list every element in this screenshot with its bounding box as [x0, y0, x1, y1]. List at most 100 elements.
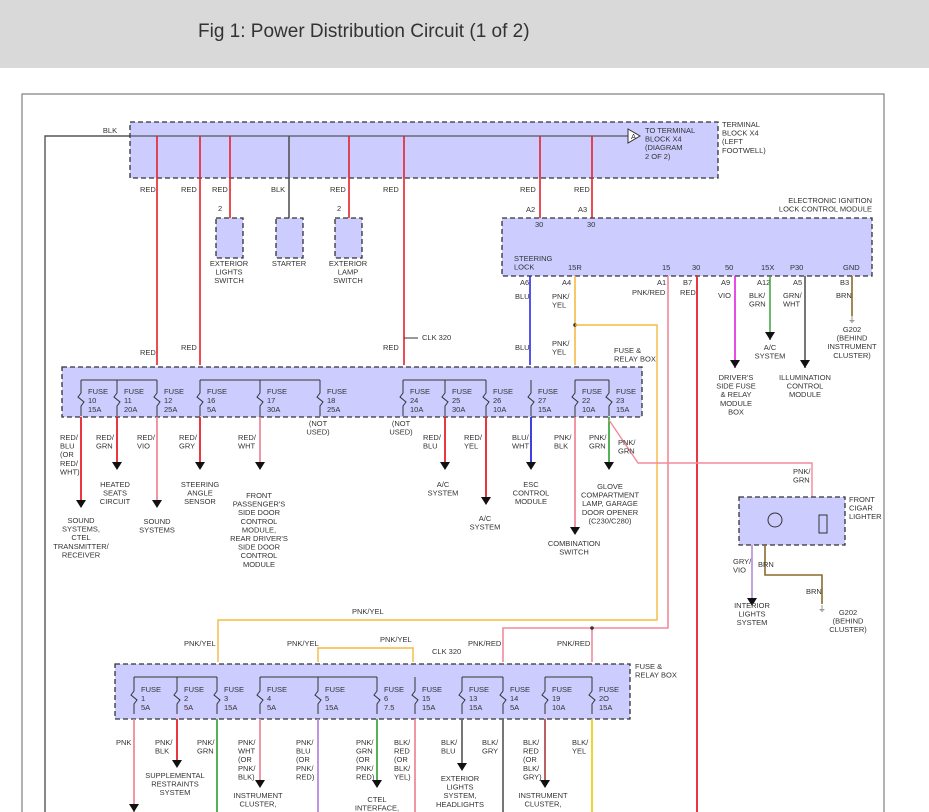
label-tgnd: GND: [843, 263, 860, 272]
fuse-label: FUSE: [124, 387, 144, 396]
label-ac_system1: SYSTEM: [428, 489, 459, 498]
fuse-label: FUSE: [325, 685, 345, 694]
arrow-icon: [765, 332, 775, 340]
fuse-label: FUSE: [327, 387, 347, 396]
label-illumination: MODULE: [789, 390, 821, 399]
fuse-rating: 5A: [267, 703, 276, 712]
label-pin_2b: 2: [337, 204, 341, 213]
fuse-rating: 15A: [88, 405, 101, 414]
exterior-lights-switch: [215, 217, 244, 259]
fuse-number: 1: [141, 694, 145, 703]
label-w_redb7: RED: [680, 288, 696, 297]
fuse-number: 2: [184, 694, 188, 703]
label-ac_system2: SYSTEM: [470, 523, 501, 532]
label-steering_lock: LOCK: [514, 263, 534, 272]
label-w_grnwht: WHT: [783, 300, 800, 309]
wire-pnk-grn: [608, 419, 813, 498]
label-o_brn2: BRN: [806, 587, 822, 596]
fuse-rating: 30A: [452, 405, 465, 414]
label-ac_system_top: SYSTEM: [755, 352, 786, 361]
label-pin_a1: A1: [657, 278, 666, 287]
label-b_blkred: YEL): [394, 772, 411, 781]
fuse-label: FUSE: [384, 685, 404, 694]
label-b_blkyel: YEL: [572, 747, 586, 756]
fuse-rating: 15A: [538, 405, 551, 414]
label-ctel: INTERFACE,: [355, 804, 399, 812]
label-fuse_relay_box1: RELAY BOX: [614, 355, 656, 364]
label-o_pnkblk: BLK: [554, 442, 568, 451]
fuse-label: FUSE: [582, 387, 602, 396]
label-pin_b3: B3: [840, 278, 849, 287]
label-o_pnkgrn2: GRN: [618, 447, 635, 456]
label-w_red6: RED: [520, 185, 536, 194]
exterior-lamp-switch: [334, 217, 363, 259]
label-w_red3: RED: [212, 185, 228, 194]
label-o_pnkgrn3: GRN: [793, 476, 810, 485]
label-srs: SYSTEM: [160, 788, 191, 797]
label-w_red1: RED: [140, 185, 156, 194]
wiring-diagram: BLKATO TERMINALBLOCK X4(DIAGRAM2 OF 2)TE…: [21, 93, 885, 812]
arrow-icon: [172, 760, 182, 768]
label-heated_seats: CIRCUIT: [100, 497, 131, 506]
label-instr1: CLUSTER,: [239, 800, 276, 809]
label-pin_a9: A9: [721, 278, 730, 287]
label-w_red2: RED: [181, 185, 197, 194]
fuse-number: 22: [582, 396, 590, 405]
fuse-rating: 25A: [164, 405, 177, 414]
label-w_red_in1: RED: [140, 348, 156, 357]
front-cigar-lighter: [738, 496, 846, 546]
label-instr2: CLUSTER,: [524, 800, 561, 809]
label-w_pnkyel1: YEL: [552, 301, 566, 310]
fuse-number: 24: [410, 396, 418, 405]
ground-icon: ⏚: [818, 604, 826, 613]
fuse-label: FUSE: [410, 387, 430, 396]
fuse-number: 27: [538, 396, 546, 405]
fuse-number: 26: [493, 396, 501, 405]
label-pnkyel_mid: PNK/YEL: [352, 607, 384, 616]
label-g202_bottom: CLUSTER): [829, 625, 867, 634]
label-pin_2a: 2: [218, 204, 222, 213]
label-pnkyel_b3: PNK/YEL: [380, 635, 412, 644]
arrow-icon: [457, 763, 467, 771]
label-t50: 50: [725, 263, 733, 272]
label-fuse_relay_box2: RELAY BOX: [635, 671, 677, 680]
arrow-icon: [152, 500, 162, 508]
label-pnkyel_b2: PNK/YEL: [287, 639, 319, 648]
fuse-label: FUSE: [141, 685, 161, 694]
fuse-label: FUSE: [469, 685, 489, 694]
fuse-number: 2O: [599, 694, 609, 703]
fuse-label: FUSE: [164, 387, 184, 396]
label-b_pnkblu: RED): [296, 772, 315, 781]
fuse-label: FUSE: [538, 387, 558, 396]
label-w_red5: RED: [383, 185, 399, 194]
fuse-number: 12: [164, 396, 172, 405]
label-ext_lamp_switch: SWITCH: [333, 276, 363, 285]
fuse-rating: 15A: [469, 703, 482, 712]
fuse-number: 14: [510, 694, 518, 703]
label-b_pnkgrn: GRN: [197, 747, 214, 756]
label-pnkyel_b1: PNK/YEL: [184, 639, 216, 648]
label-sound_ctel: RECEIVER: [62, 550, 101, 559]
label-drivers_fuse: BOX: [728, 407, 744, 416]
label-glove: (C230/C280): [589, 516, 632, 525]
label-cigar_lighter: LIGHTER: [849, 512, 882, 521]
ignition-lock-control-module: [501, 217, 873, 277]
label-b_pnkwht: BLK): [238, 772, 255, 781]
fuse-rating: 15A: [616, 405, 629, 414]
fuse-rating: 30A: [267, 405, 280, 414]
fuse-label: FUSE: [88, 387, 108, 396]
arrow-icon: [129, 804, 139, 812]
label-w_blk: BLK: [271, 185, 285, 194]
label-pin_a4: A4: [562, 278, 571, 287]
fuse-rating: 20A: [124, 405, 137, 414]
starter: [275, 217, 304, 259]
label-t30b: 30: [587, 220, 595, 229]
fuse-number: 19: [552, 694, 560, 703]
label-o_redwht: WHT: [238, 442, 255, 451]
fuse-rating: 10A: [410, 405, 423, 414]
fuse-number: 13: [469, 694, 477, 703]
label-t15x: 15X: [761, 263, 774, 272]
arrow-icon: [76, 500, 86, 508]
fuse-rating: 15A: [224, 703, 237, 712]
label-esc_module: MODULE: [515, 497, 547, 506]
